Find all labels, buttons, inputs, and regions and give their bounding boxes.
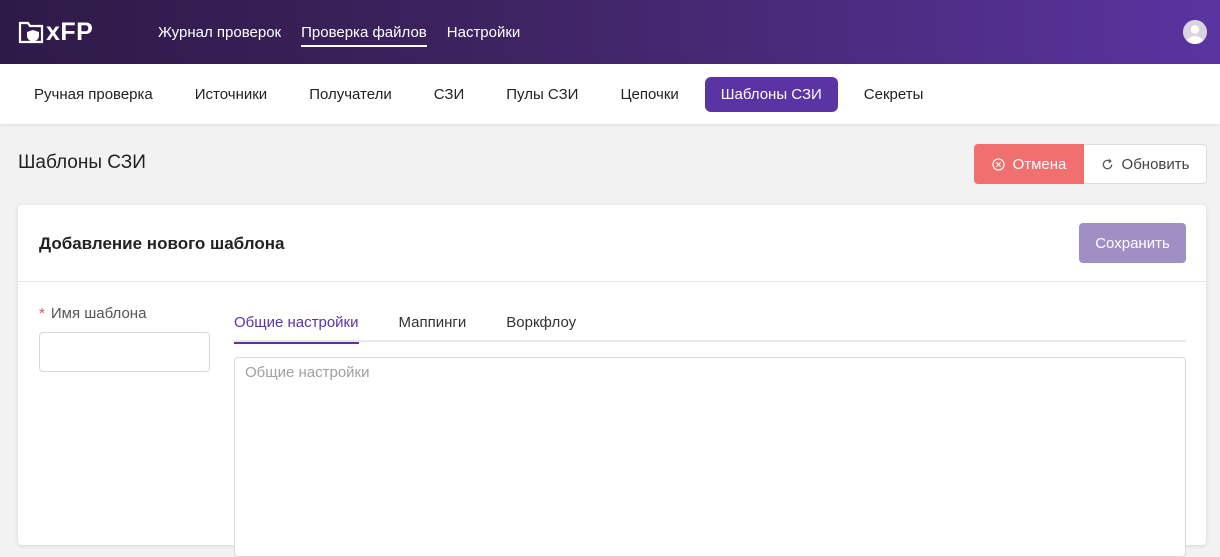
refresh-button-label: Обновить (1121, 155, 1190, 173)
card-title: Добавление нового шаблона (39, 234, 285, 253)
tab-szi[interactable]: СЗИ (418, 77, 481, 112)
cancel-button[interactable]: Отмена (974, 144, 1084, 184)
tab-szi-pools[interactable]: Пулы СЗИ (490, 77, 594, 112)
template-name-label-text: Имя шаблона (50, 305, 147, 322)
card-header: Добавление нового шаблона Сохранить (18, 205, 1206, 282)
tab-general-settings[interactable]: Общие настройки (234, 305, 359, 344)
nav-item-check-log[interactable]: Журнал проверок (158, 18, 281, 47)
cancel-button-label: Отмена (1012, 155, 1067, 173)
template-name-label: * Имя шаблона (39, 305, 146, 322)
save-button[interactable]: Сохранить (1079, 223, 1186, 263)
app-logo[interactable]: xFP (18, 18, 93, 46)
reload-icon (1102, 158, 1112, 169)
tab-secrets[interactable]: Секреты (848, 77, 940, 112)
section-tabs: Ручная проверка Источники Получатели СЗИ… (0, 64, 1220, 124)
tab-chains[interactable]: Цепочки (604, 77, 694, 112)
close-circle-icon (991, 157, 1005, 171)
tab-manual-check[interactable]: Ручная проверка (18, 77, 169, 112)
shield-folder-icon (18, 21, 44, 44)
general-settings-textarea[interactable] (234, 357, 1186, 557)
top-bar: xFP Журнал проверок Проверка файлов Наст… (0, 0, 1220, 64)
nav-item-file-check[interactable]: Проверка файлов (301, 18, 427, 47)
logo-text: xFP (46, 18, 94, 46)
tab-sources[interactable]: Источники (179, 77, 283, 112)
template-form-card: Добавление нового шаблона Сохранить * Имя… (18, 205, 1206, 557)
tab-recipients[interactable]: Получатели (293, 77, 408, 112)
tab-szi-templates[interactable]: Шаблоны СЗИ (704, 76, 838, 112)
main-nav: Журнал проверок Проверка файлов Настройк… (158, 0, 540, 64)
page-actions: Отмена Обновить (974, 144, 1207, 184)
template-tabs: Общие настройки Маппинги Воркфлоу (234, 305, 1186, 344)
required-mark: * (39, 305, 45, 322)
tab-workflow[interactable]: Воркфлоу (506, 305, 576, 342)
page-title: Шаблоны СЗИ (18, 152, 146, 173)
user-avatar-icon[interactable] (1183, 20, 1207, 44)
tab-mappings[interactable]: Маппинги (399, 305, 467, 342)
template-name-input[interactable] (39, 332, 210, 372)
nav-item-settings[interactable]: Настройки (447, 18, 521, 47)
refresh-button[interactable]: Обновить (1084, 144, 1207, 184)
